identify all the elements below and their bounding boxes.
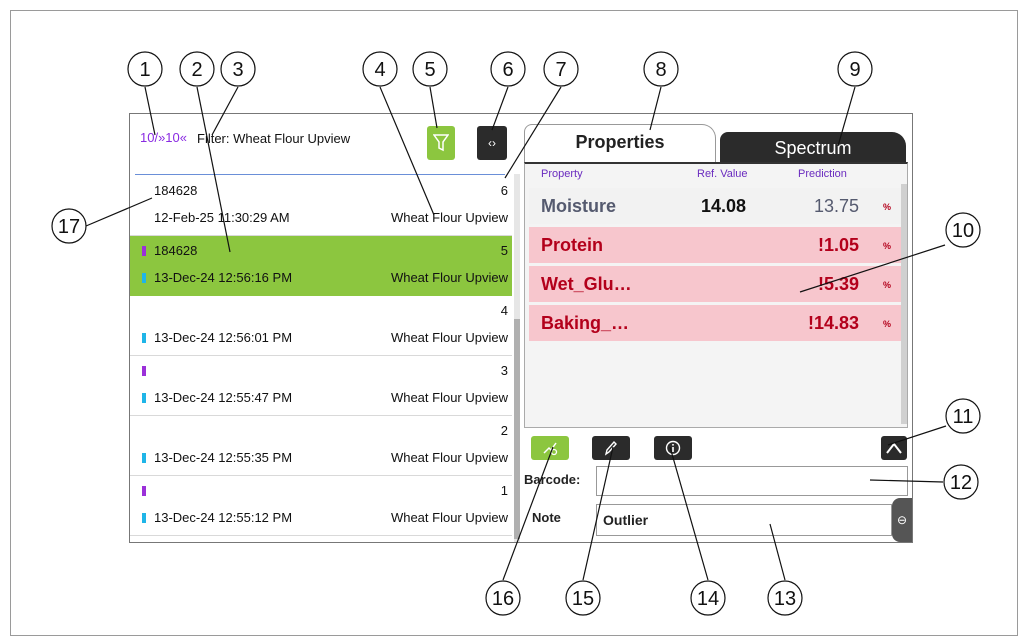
info-icon	[665, 440, 681, 456]
sample-product: Wheat Flour Upview	[390, 330, 508, 345]
sample-number: 6	[500, 183, 508, 198]
property-row[interactable]: Protein !1.05%	[529, 227, 901, 263]
property-name: Baking_…	[541, 313, 630, 333]
properties-header: Property Ref. Value Prediction	[525, 168, 905, 186]
note-field[interactable]: Outlier	[596, 504, 892, 536]
sample-date: 13-Dec-24 12:55:47 PM	[154, 390, 293, 405]
property-row[interactable]: Moisture 14.08 13.75%	[529, 188, 901, 224]
status-marker-blue	[142, 453, 146, 463]
sample-product: Wheat Flour Upview	[390, 270, 508, 285]
sample-date: 13-Dec-24 12:55:35 PM	[154, 450, 293, 465]
sample-product: Wheat Flour Upview	[390, 210, 508, 225]
property-prediction: !14.83	[807, 313, 859, 333]
sample-date: 13-Dec-24 12:55:12 PM	[154, 510, 293, 525]
filter-label: Filter: Wheat Flour Upview	[197, 131, 351, 146]
minus-circle-icon: ⊖	[896, 513, 908, 527]
sample-row[interactable]: 1 13-Dec-24 12:55:12 PM Wheat Flour Upview	[130, 476, 512, 536]
side-panel-handle[interactable]: ⊖	[892, 498, 912, 542]
filter-button[interactable]	[427, 126, 455, 160]
sample-number: 2	[500, 423, 508, 438]
sample-id: 184628	[154, 243, 198, 258]
sample-row[interactable]: 2 13-Dec-24 12:55:35 PM Wheat Flour Upview	[130, 416, 512, 476]
sample-list: 184628 6 12-Feb-25 11:30:29 AM Wheat Flour …	[130, 176, 512, 542]
sample-row[interactable]: 3 13-Dec-24 12:55:47 PM Wheat Flour Upview	[130, 356, 512, 416]
pencil-icon	[604, 440, 617, 456]
property-name: Moisture	[541, 196, 617, 216]
sample-date: 13-Dec-24 12:56:01 PM	[154, 330, 293, 345]
sample-product: Wheat Flour Upview	[390, 510, 508, 525]
sample-number: 3	[500, 363, 508, 378]
instrument-screen: 10/»10« Filter: Wheat Flour Upview ‹› 18…	[129, 113, 913, 543]
status-marker-blue	[142, 393, 146, 403]
sample-row[interactable]: 4 13-Dec-24 12:56:01 PM Wheat Flour Upview	[130, 296, 512, 356]
sample-counter[interactable]: 10/»10«	[140, 130, 187, 145]
note-label: Note	[532, 510, 561, 525]
sample-panel: 10/»10« Filter: Wheat Flour Upview ‹› 18…	[130, 114, 520, 542]
sample-row[interactable]: 184628 5 13-Dec-24 12:56:16 PM Wheat Flour …	[130, 236, 512, 296]
barcode-label: Barcode:	[524, 472, 581, 487]
sample-number: 4	[500, 303, 508, 318]
tab-spectrum[interactable]: Spectrum	[720, 132, 906, 162]
reference-values-button[interactable]	[531, 436, 569, 460]
status-marker-purple	[142, 366, 146, 376]
collapse-icon	[886, 442, 902, 454]
code-arrows-button[interactable]: ‹›	[477, 126, 507, 160]
property-prediction: 13.75	[813, 196, 859, 216]
header-ref-value: Ref. Value	[697, 168, 748, 180]
sample-date: 12-Feb-25 11:30:29 AM	[154, 210, 290, 225]
property-prediction: !1.05	[817, 235, 859, 255]
tab-properties[interactable]: Properties	[524, 124, 716, 163]
property-prediction: !5.39	[817, 274, 859, 294]
barcode-field[interactable]	[596, 466, 908, 496]
sample-row[interactable]: 184628 6 12-Feb-25 11:30:29 AM Wheat Flour …	[130, 176, 512, 236]
status-marker-purple	[142, 246, 146, 256]
property-row[interactable]: Wet_Glu… !5.39%	[529, 266, 901, 302]
code-arrows-icon: ‹›	[488, 136, 496, 150]
funnel-icon	[433, 134, 449, 152]
sample-date: 13-Dec-24 12:56:16 PM	[154, 270, 293, 285]
property-name: Wet_Glu…	[541, 274, 632, 294]
header-property: Property	[541, 168, 583, 180]
status-marker-purple	[142, 486, 146, 496]
status-marker-blue	[142, 513, 146, 523]
edit-button[interactable]	[592, 436, 630, 460]
status-marker-blue	[142, 333, 146, 343]
property-unit: %	[882, 280, 891, 290]
reference-values-icon	[543, 442, 558, 456]
properties-table: Property Ref. Value Prediction Moisture 1…	[524, 162, 908, 428]
property-row[interactable]: Baking_… !14.83%	[529, 305, 901, 341]
sample-id: 184628	[154, 183, 198, 198]
info-button[interactable]	[654, 436, 692, 460]
property-unit: %	[882, 241, 891, 251]
list-scrollbar-thumb[interactable]	[514, 319, 520, 539]
sample-product: Wheat Flour Upview	[390, 450, 508, 465]
property-ref-value: 14.08	[701, 196, 747, 216]
status-marker-blue	[142, 273, 146, 283]
sample-number: 5	[500, 243, 508, 258]
properties-scrollbar[interactable]	[901, 184, 907, 424]
sample-number: 1	[500, 483, 508, 498]
collapse-button[interactable]	[881, 436, 907, 460]
header-prediction: Prediction	[798, 168, 847, 180]
list-divider	[135, 174, 505, 175]
property-name: Protein	[541, 235, 604, 255]
property-unit: %	[882, 319, 891, 329]
sample-product: Wheat Flour Upview	[390, 390, 508, 405]
property-unit: %	[882, 202, 891, 212]
